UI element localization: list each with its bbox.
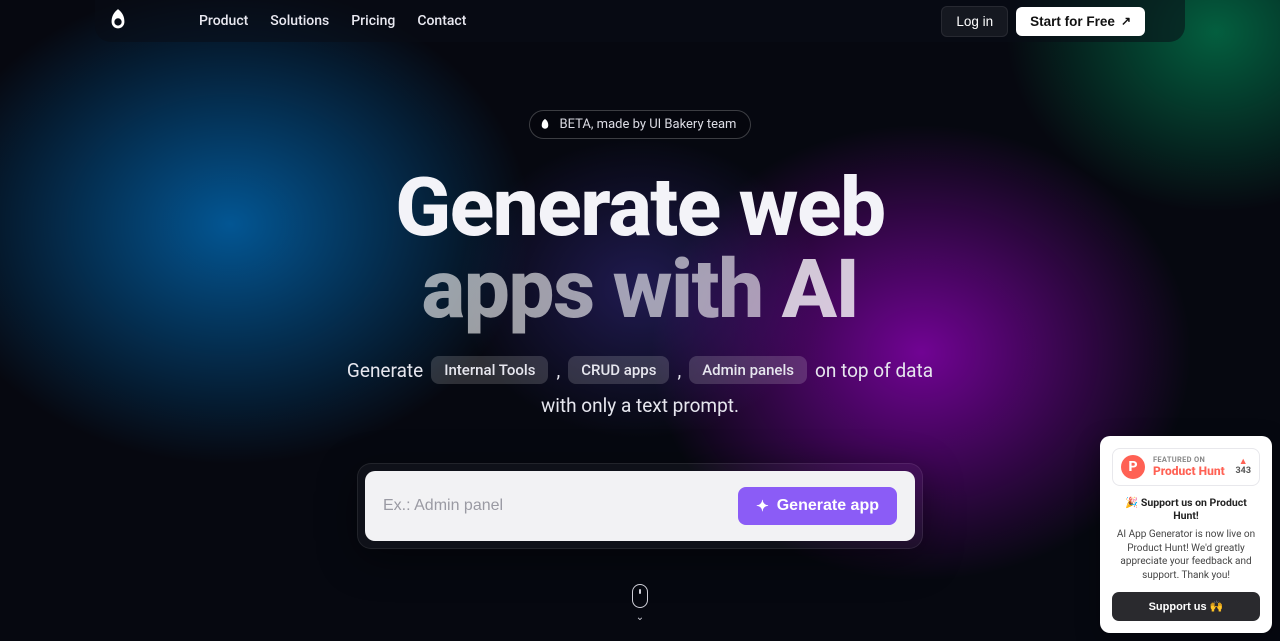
title-line2a: apps with [422,242,782,338]
prompt-container: ✦ Generate app [357,463,923,549]
nav-pricing[interactable]: Pricing [351,13,395,29]
main-nav: Product Solutions Pricing Contact [199,13,466,29]
title-ai: AI [782,242,859,338]
chip-crud-apps[interactable]: CRUD apps [568,356,669,384]
chip-admin-panels[interactable]: Admin panels [689,356,807,384]
scroll-indicator: ⌄ [632,584,648,623]
nav-contact[interactable]: Contact [417,13,466,29]
sub-generate: Generate [347,359,423,382]
arrow-up-right-icon: ↗ [1121,14,1131,28]
brand-logo[interactable] [107,7,129,35]
sparkle-icon: ✦ [756,497,769,515]
ph-upvote-count: 343 [1236,467,1252,476]
product-hunt-card: P FEATURED ON Product Hunt ▲ 343 🎉 Suppo… [1100,436,1272,633]
hero-section: BETA, made by UI Bakery team Generate we… [0,42,1280,549]
ph-name: Product Hunt [1153,465,1225,478]
subheading-line2: with only a text prompt. [541,394,739,417]
product-hunt-logo-icon: P [1121,455,1145,479]
subheading-line1: Generate Internal Tools , CRUD apps , Ad… [347,356,933,384]
ph-support-button[interactable]: Support us 🙌 [1112,592,1260,621]
generate-app-label: Generate app [777,497,879,515]
mouse-icon [632,584,648,608]
sub-tail: on top of data [815,359,933,382]
nav-product[interactable]: Product [199,13,248,29]
start-free-button[interactable]: Start for Free ↗ [1016,7,1145,36]
ph-upvote[interactable]: ▲ 343 [1236,458,1252,476]
beta-text: BETA, made by UI Bakery team [560,117,737,132]
prompt-input[interactable] [383,497,738,515]
ph-card-desc: AI App Generator is now live on Product … [1112,528,1260,582]
product-hunt-badge[interactable]: P FEATURED ON Product Hunt ▲ 343 [1112,448,1260,486]
chip-internal-tools[interactable]: Internal Tools [431,356,548,384]
nav-solutions[interactable]: Solutions [270,13,329,29]
prompt-inner: ✦ Generate app [365,471,915,541]
start-free-label: Start for Free [1030,14,1115,29]
ph-card-title: 🎉 Support us on Product Hunt! [1112,496,1260,522]
beta-pill[interactable]: BETA, made by UI Bakery team [529,110,752,139]
mini-logo-icon [538,118,552,132]
login-button[interactable]: Log in [941,6,1008,37]
generate-app-button[interactable]: ✦ Generate app [738,487,897,525]
hero-title: Generate web apps with AI [395,167,884,332]
header-bar: Product Solutions Pricing Contact Log in… [95,0,1185,42]
chevron-down-icon: ⌄ [636,612,644,623]
